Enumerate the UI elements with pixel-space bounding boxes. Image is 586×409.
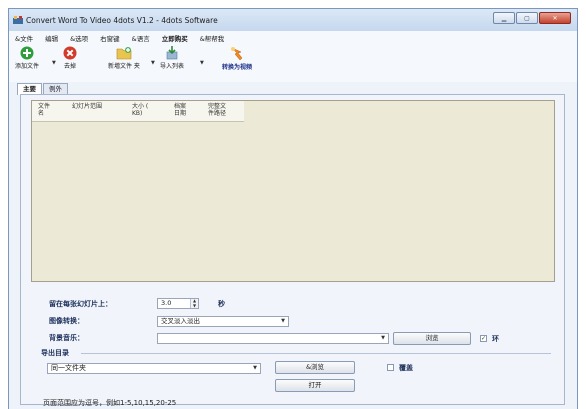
convert-button[interactable]: 转换为视频 [222, 46, 252, 71]
app-window: Convert Word To Video 4dots V1.2 - 4dots… [8, 8, 578, 409]
page-range-hint: 页面范围应为逗号，例如1-5,10,15,20-25 [43, 399, 177, 407]
new-folder-button[interactable]: 新増文件 夹 [108, 46, 140, 70]
menu-item[interactable]: 编辑 [45, 33, 58, 43]
add-file-label: 添加文件 [15, 63, 40, 70]
overwrite-label: 覆盖 [399, 364, 413, 372]
transition-select[interactable]: 交叉淡入淡出 ▼ [157, 316, 289, 327]
import-list-label: 导入列表 [160, 63, 185, 70]
main-panel: 文件 名幻灯片范围 大小 ( KB) 档案 日期 完整文 件路径 留在每张幻灯片上： … [20, 94, 565, 407]
remove-label: 去掉 [63, 63, 76, 70]
add-file-button[interactable]: 添加文件 [15, 46, 39, 70]
loop-label: 环 [492, 335, 499, 343]
toolbar: 添加文件 ▼ 去掉 新増文件 夹 ▼ 导入列表 ▼ 转换为视频 [9, 44, 577, 82]
slide-duration-unit: 秒 [218, 300, 225, 308]
music-input[interactable]: ▼ [157, 333, 389, 344]
slide-duration-value: 3.0 [161, 299, 172, 307]
menu-item[interactable]: &帮帮我 [200, 33, 225, 43]
output-browse-button[interactable]: &浏览 [275, 361, 355, 374]
new-folder-label: 新増文件 夹 [108, 63, 140, 70]
close-button[interactable]: ✕ [539, 12, 571, 24]
chevron-down-icon: ▼ [381, 335, 385, 341]
import-list-dropdown-icon[interactable]: ▼ [200, 60, 204, 66]
group-divider [81, 353, 551, 354]
remove-icon [63, 46, 77, 60]
column-header[interactable]: 大小 ( KB) [132, 103, 148, 117]
menu-bar: &文件 编辑 &选项 右窗键 &语言 立即购买 &帮帮我 [9, 31, 577, 44]
menu-item[interactable]: 立即购买 [162, 33, 188, 43]
menu-item[interactable]: 右窗键 [100, 33, 120, 43]
column-header[interactable]: 幻灯片范围 [72, 103, 102, 110]
transition-value: 交叉淡入淡出 [161, 317, 200, 325]
convert-hand-icon [231, 47, 243, 61]
output-folder-value: 同一文件夹 [51, 364, 86, 372]
tab-strip: 主要 例外 [17, 83, 69, 95]
tab[interactable]: 例外 [43, 83, 68, 94]
overwrite-checkbox[interactable] [387, 364, 394, 371]
remove-button[interactable]: 去掉 [63, 46, 77, 70]
column-header[interactable]: 档案 日期 [174, 103, 186, 117]
column-header[interactable]: 完整文 件路径 [208, 103, 226, 117]
music-label: 背景音乐： [49, 334, 84, 342]
check-icon: ✓ [481, 335, 487, 342]
loop-checkbox[interactable]: ✓ [480, 335, 487, 342]
output-group-title: 导出目录 [41, 349, 69, 357]
import-list-button[interactable]: 导入列表 [160, 46, 184, 70]
chevron-down-icon: ▼ [281, 318, 285, 324]
add-file-dropdown-icon[interactable]: ▼ [52, 60, 56, 66]
minimize-icon: ▁ [501, 14, 507, 22]
file-list[interactable]: 文件 名 幻灯片范围 大小 ( KB) 档案 日期 完整文 件路径 [31, 100, 555, 282]
file-list-header: 文件 名 幻灯片范围 大小 ( KB) 档案 日期 完整文 件路径 [32, 101, 244, 122]
slide-duration-input[interactable]: 3.0 ▲ ▼ [157, 298, 199, 309]
slide-duration-label: 留在每张幻灯片上： [49, 300, 112, 308]
title-bar: Convert Word To Video 4dots V1.2 - 4dots… [9, 9, 577, 31]
chevron-down-icon: ▼ [253, 365, 257, 371]
maximize-button[interactable]: ▢ [516, 12, 538, 24]
open-folder-button[interactable]: 打开 [275, 379, 355, 392]
slide-duration-spinner[interactable]: ▲ ▼ [190, 299, 198, 308]
window-controls: ▁ ▢ ✕ [493, 12, 571, 24]
menu-item[interactable]: &文件 [15, 33, 33, 43]
music-browse-button[interactable]: 浏览 [393, 332, 471, 345]
convert-label: 转换为视频 [222, 64, 253, 71]
folder-icon [116, 47, 132, 60]
app-icon [13, 15, 23, 25]
import-icon [166, 46, 178, 60]
menu-item[interactable]: &选项 [70, 33, 88, 43]
new-folder-dropdown-icon[interactable]: ▼ [151, 60, 155, 66]
output-folder-select[interactable]: 同一文件夹 ▼ [47, 363, 261, 374]
window-title: Convert Word To Video 4dots V1.2 - 4dots… [26, 15, 218, 25]
column-header[interactable]: 文件 名 [38, 103, 50, 117]
add-icon [20, 46, 34, 60]
close-icon: ✕ [552, 14, 558, 22]
transition-label: 图像转换： [49, 317, 84, 325]
menu-item[interactable]: &语言 [132, 33, 150, 43]
minimize-button[interactable]: ▁ [493, 12, 515, 24]
maximize-icon: ▢ [524, 14, 530, 22]
